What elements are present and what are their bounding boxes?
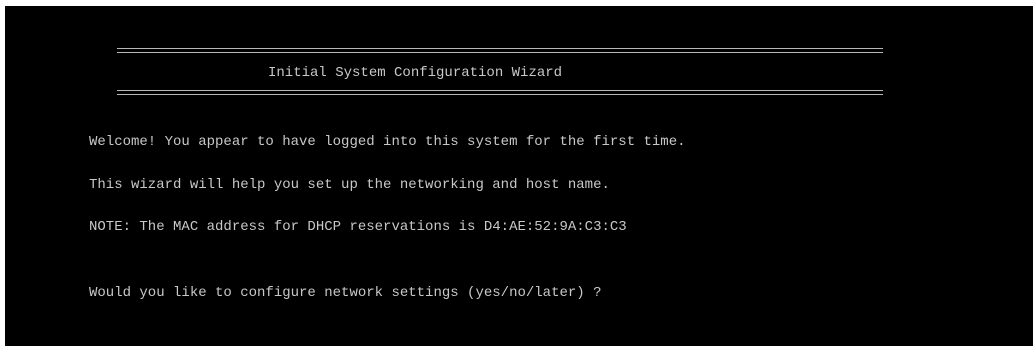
terminal-console[interactable]: Initial System Configuration Wizard Welc…	[5, 6, 1033, 346]
wizard-title: Initial System Configuration Wizard	[268, 65, 563, 81]
welcome-line: Welcome! You appear to have logged into …	[89, 134, 686, 150]
mac-address-note: NOTE: The MAC address for DHCP reservati…	[89, 219, 627, 235]
configure-network-prompt[interactable]: Would you like to configure network sett…	[89, 285, 601, 301]
wizard-info-line: This wizard will help you set up the net…	[89, 177, 610, 193]
top-separator	[117, 48, 883, 53]
bottom-separator	[117, 90, 883, 95]
